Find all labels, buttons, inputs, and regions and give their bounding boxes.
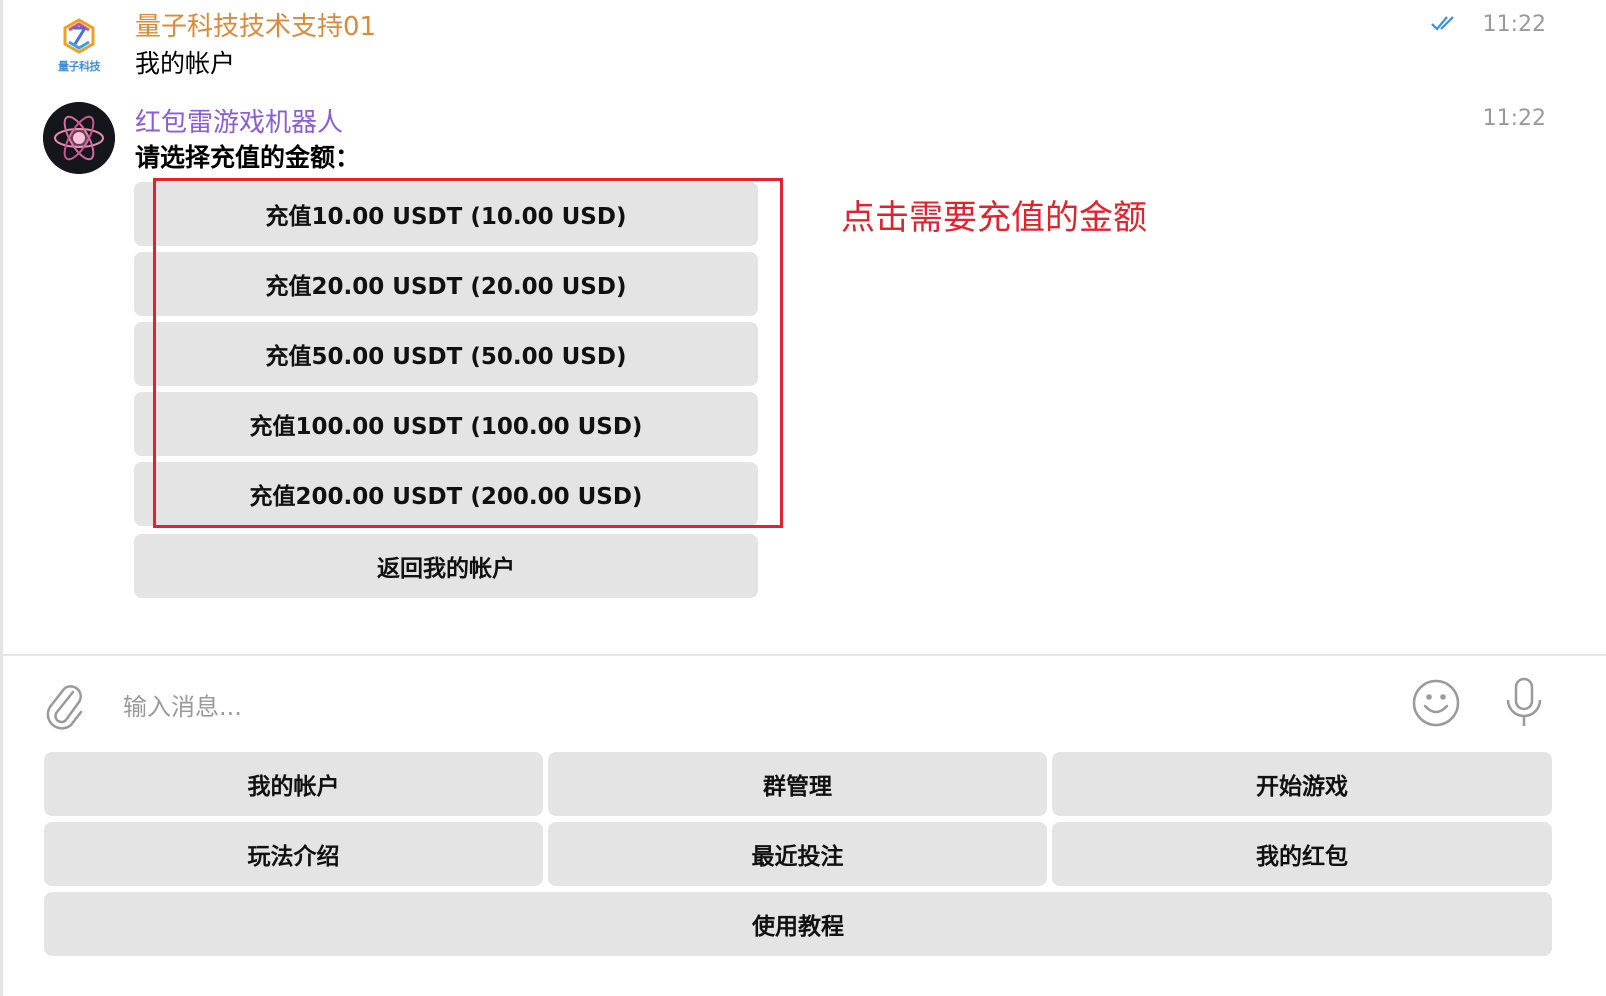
annotation-text: 点击需要充值的金额 (841, 198, 1147, 238)
paperclip-icon[interactable] (43, 678, 87, 730)
chat-window: 量子科技 量子科技技术支持01 我的帐户 11:22 红包雷游戏机器人 请选择充… (0, 0, 1606, 996)
logo-text: 量子科技 (58, 60, 101, 73)
message-time: 11:22 (1482, 12, 1546, 37)
sender-name[interactable]: 量子科技技术支持01 (135, 6, 376, 43)
my-red-packets-button[interactable]: 我的红包 (1052, 822, 1552, 886)
atom-icon (43, 102, 115, 174)
back-to-account-button[interactable]: 返回我的帐户 (134, 534, 758, 598)
recharge-100-button[interactable]: 充值100.00 USDT (100.00 USD) (134, 392, 758, 456)
avatar-support[interactable]: 量子科技 (43, 6, 115, 78)
message-text: 我的帐户 (135, 49, 236, 78)
message-text: 请选择充值的金额： (135, 143, 361, 172)
sender-name[interactable]: 红包雷游戏机器人 (135, 102, 343, 139)
recharge-10-button[interactable]: 充值10.00 USDT (10.00 USD) (134, 182, 758, 246)
smiley-icon[interactable] (1411, 678, 1461, 728)
composer-divider (3, 654, 1606, 656)
tutorial-button[interactable]: 使用教程 (44, 892, 1552, 956)
microphone-icon[interactable] (1503, 676, 1545, 730)
group-management-button[interactable]: 群管理 (548, 752, 1047, 816)
message-time: 11:22 (1482, 106, 1546, 131)
recharge-50-button[interactable]: 充值50.00 USDT (50.00 USD) (134, 322, 758, 386)
recharge-200-button[interactable]: 充值200.00 USDT (200.00 USD) (134, 462, 758, 526)
start-game-button[interactable]: 开始游戏 (1052, 752, 1552, 816)
double-check-icon (1431, 16, 1454, 31)
recent-bets-button[interactable]: 最近投注 (548, 822, 1047, 886)
quantum-tech-logo-icon (63, 18, 95, 54)
avatar-bot[interactable] (43, 102, 115, 174)
how-to-play-button[interactable]: 玩法介绍 (44, 822, 543, 886)
message-input[interactable] (121, 686, 1385, 728)
my-account-button[interactable]: 我的帐户 (44, 752, 543, 816)
recharge-20-button[interactable]: 充值20.00 USDT (20.00 USD) (134, 252, 758, 316)
